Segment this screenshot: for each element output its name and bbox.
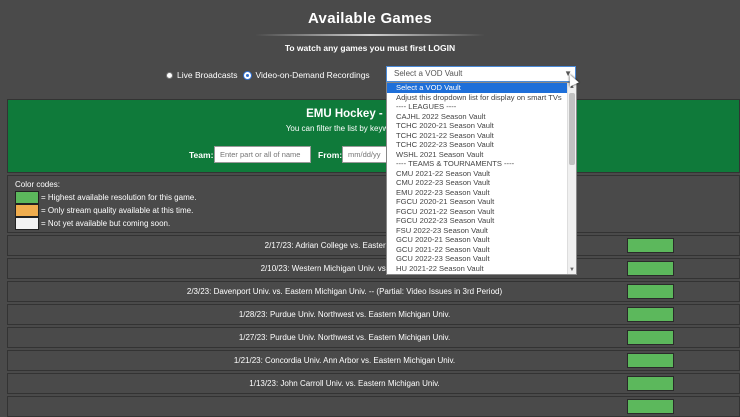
game-title[interactable]: 1/21/23: Concordia Univ. Ann Arbor vs. E… <box>8 351 681 370</box>
live-broadcasts-label[interactable]: Live Broadcasts <box>177 70 237 80</box>
table-row[interactable] <box>7 396 740 417</box>
legend-text: = Only stream quality available at this … <box>41 206 194 215</box>
color-legend: Color codes: = Highest available resolut… <box>7 175 740 233</box>
legend-item: = Highest available resolution for this … <box>15 191 196 204</box>
game-title[interactable]: 1/28/23: Purdue Univ. Northwest vs. East… <box>8 305 681 324</box>
hd-stream-button[interactable] <box>627 330 674 345</box>
dropdown-option[interactable]: FSU 2022-23 Season Vault <box>387 226 576 236</box>
table-row[interactable]: 1/28/23: Purdue Univ. Northwest vs. East… <box>7 304 740 325</box>
dropdown-option[interactable]: TCHC 2021-22 Season Vault <box>387 131 576 141</box>
hd-stream-button[interactable] <box>627 261 674 276</box>
vod-vault-dropdown-list[interactable]: Select a VOD Vault Adjust this dropdown … <box>386 82 577 275</box>
dropdown-option[interactable]: CMU 2021-22 Season Vault <box>387 169 576 179</box>
legend-swatch-white <box>15 217 39 230</box>
legend-swatch-green <box>15 191 39 204</box>
hd-stream-button[interactable] <box>627 399 674 414</box>
title-divider <box>255 34 485 36</box>
table-row[interactable]: 1/21/23: Concordia Univ. Ann Arbor vs. E… <box>7 350 740 371</box>
page-title: Available Games <box>307 10 432 27</box>
live-broadcasts-radio[interactable] <box>166 71 173 79</box>
dropdown-scrollbar[interactable]: ▲ ▼ <box>567 83 576 274</box>
dropdown-option[interactable]: FGCU 2020-21 Season Vault <box>387 197 576 207</box>
table-row[interactable]: 2/10/23: Western Michigan Univ. vs. East… <box>7 258 740 279</box>
hd-stream-button[interactable] <box>627 238 674 253</box>
vod-recordings-label[interactable]: Video-on-Demand Recordings <box>255 70 369 80</box>
dropdown-option[interactable]: GCU 2020-21 Season Vault <box>387 235 576 245</box>
dropdown-option[interactable]: CAJHL 2022 Season Vault <box>387 112 576 122</box>
table-row[interactable]: 2/17/23: Adrian College vs. Eastern Mich… <box>7 235 740 256</box>
table-row[interactable]: 1/27/23: Purdue Univ. Northwest vs. East… <box>7 327 740 348</box>
dropdown-option[interactable]: ---- TEAMS & TOURNAMENTS ---- <box>387 159 576 169</box>
hd-stream-button[interactable] <box>627 376 674 391</box>
hd-stream-button[interactable] <box>627 284 674 299</box>
dropdown-option[interactable]: CMU 2022-23 Season Vault <box>387 178 576 188</box>
scrollbar-thumb[interactable] <box>569 93 575 165</box>
team-heading: EMU Hockey - Eastern M <box>306 108 441 120</box>
hd-stream-button[interactable] <box>627 353 674 368</box>
game-title[interactable]: 2/17/23: Adrian College vs. Eastern Mich… <box>8 236 681 255</box>
vod-vault-select-value[interactable]: Select a VOD Vault <box>394 69 462 78</box>
mode-radio-group: Live Broadcasts Video-on-Demand Recordin… <box>166 70 377 80</box>
from-date-label: From: <box>318 150 343 160</box>
game-title[interactable]: 1/27/23: Purdue Univ. Northwest vs. East… <box>8 328 681 347</box>
live-broadcasts-option[interactable]: Live Broadcasts <box>166 70 237 80</box>
dropdown-option[interactable]: EMU 2022-23 Season Vault <box>387 188 576 198</box>
dropdown-option[interactable]: TCHC 2020-21 Season Vault <box>387 121 576 131</box>
dropdown-option[interactable]: GCU 2022-23 Season Vault <box>387 254 576 264</box>
dropdown-option[interactable]: HU 2021-22 Season Vault <box>387 264 576 274</box>
dropdown-option[interactable]: Adjust this dropdown list for display on… <box>387 93 576 103</box>
game-title[interactable]: 1/13/23: John Carroll Univ. vs. Eastern … <box>8 374 681 393</box>
dropdown-option[interactable]: FGCU 2022-23 Season Vault <box>387 216 576 226</box>
filter-hint: You can filter the list by keyword(s) an… <box>285 124 462 133</box>
vod-vault-select[interactable]: Select a VOD Vault ▼ <box>386 66 576 82</box>
scroll-down-arrow-icon[interactable]: ▼ <box>569 267 575 273</box>
dropdown-option[interactable]: Select a VOD Vault <box>387 83 576 93</box>
team-filter-input[interactable] <box>214 146 311 163</box>
game-title[interactable]: 2/10/23: Western Michigan Univ. vs. East… <box>8 259 681 278</box>
login-notice: To watch any games you must first LOGIN <box>284 43 456 53</box>
dropdown-option[interactable]: WSHL 2021 Season Vault <box>387 150 576 160</box>
dropdown-option[interactable]: FGCU 2021-22 Season Vault <box>387 207 576 217</box>
table-row[interactable]: 1/13/23: John Carroll Univ. vs. Eastern … <box>7 373 740 394</box>
legend-heading: Color codes: <box>15 180 60 189</box>
team-filter-panel: EMU Hockey - Eastern M You can filter th… <box>7 99 740 173</box>
table-row[interactable]: 2/3/23: Davenport Univ. vs. Eastern Mich… <box>7 281 740 302</box>
legend-text: = Highest available resolution for this … <box>41 193 197 202</box>
legend-item: = Not yet available but coming soon. <box>15 217 170 230</box>
dropdown-option[interactable]: GCU 2021-22 Season Vault <box>387 245 576 255</box>
dropdown-option[interactable]: ---- LEAGUES ---- <box>387 102 576 112</box>
vod-recordings-option[interactable]: Video-on-Demand Recordings <box>244 70 370 80</box>
vod-recordings-radio[interactable] <box>244 71 252 79</box>
legend-swatch-orange <box>15 204 39 217</box>
dropdown-option[interactable]: TCHC 2022-23 Season Vault <box>387 140 576 150</box>
team-filter-label: Team: <box>189 150 214 160</box>
hd-stream-button[interactable] <box>627 307 674 322</box>
legend-item: = Only stream quality available at this … <box>15 204 193 217</box>
legend-text: = Not yet available but coming soon. <box>41 219 171 228</box>
game-title[interactable]: 2/3/23: Davenport Univ. vs. Eastern Mich… <box>8 282 681 301</box>
